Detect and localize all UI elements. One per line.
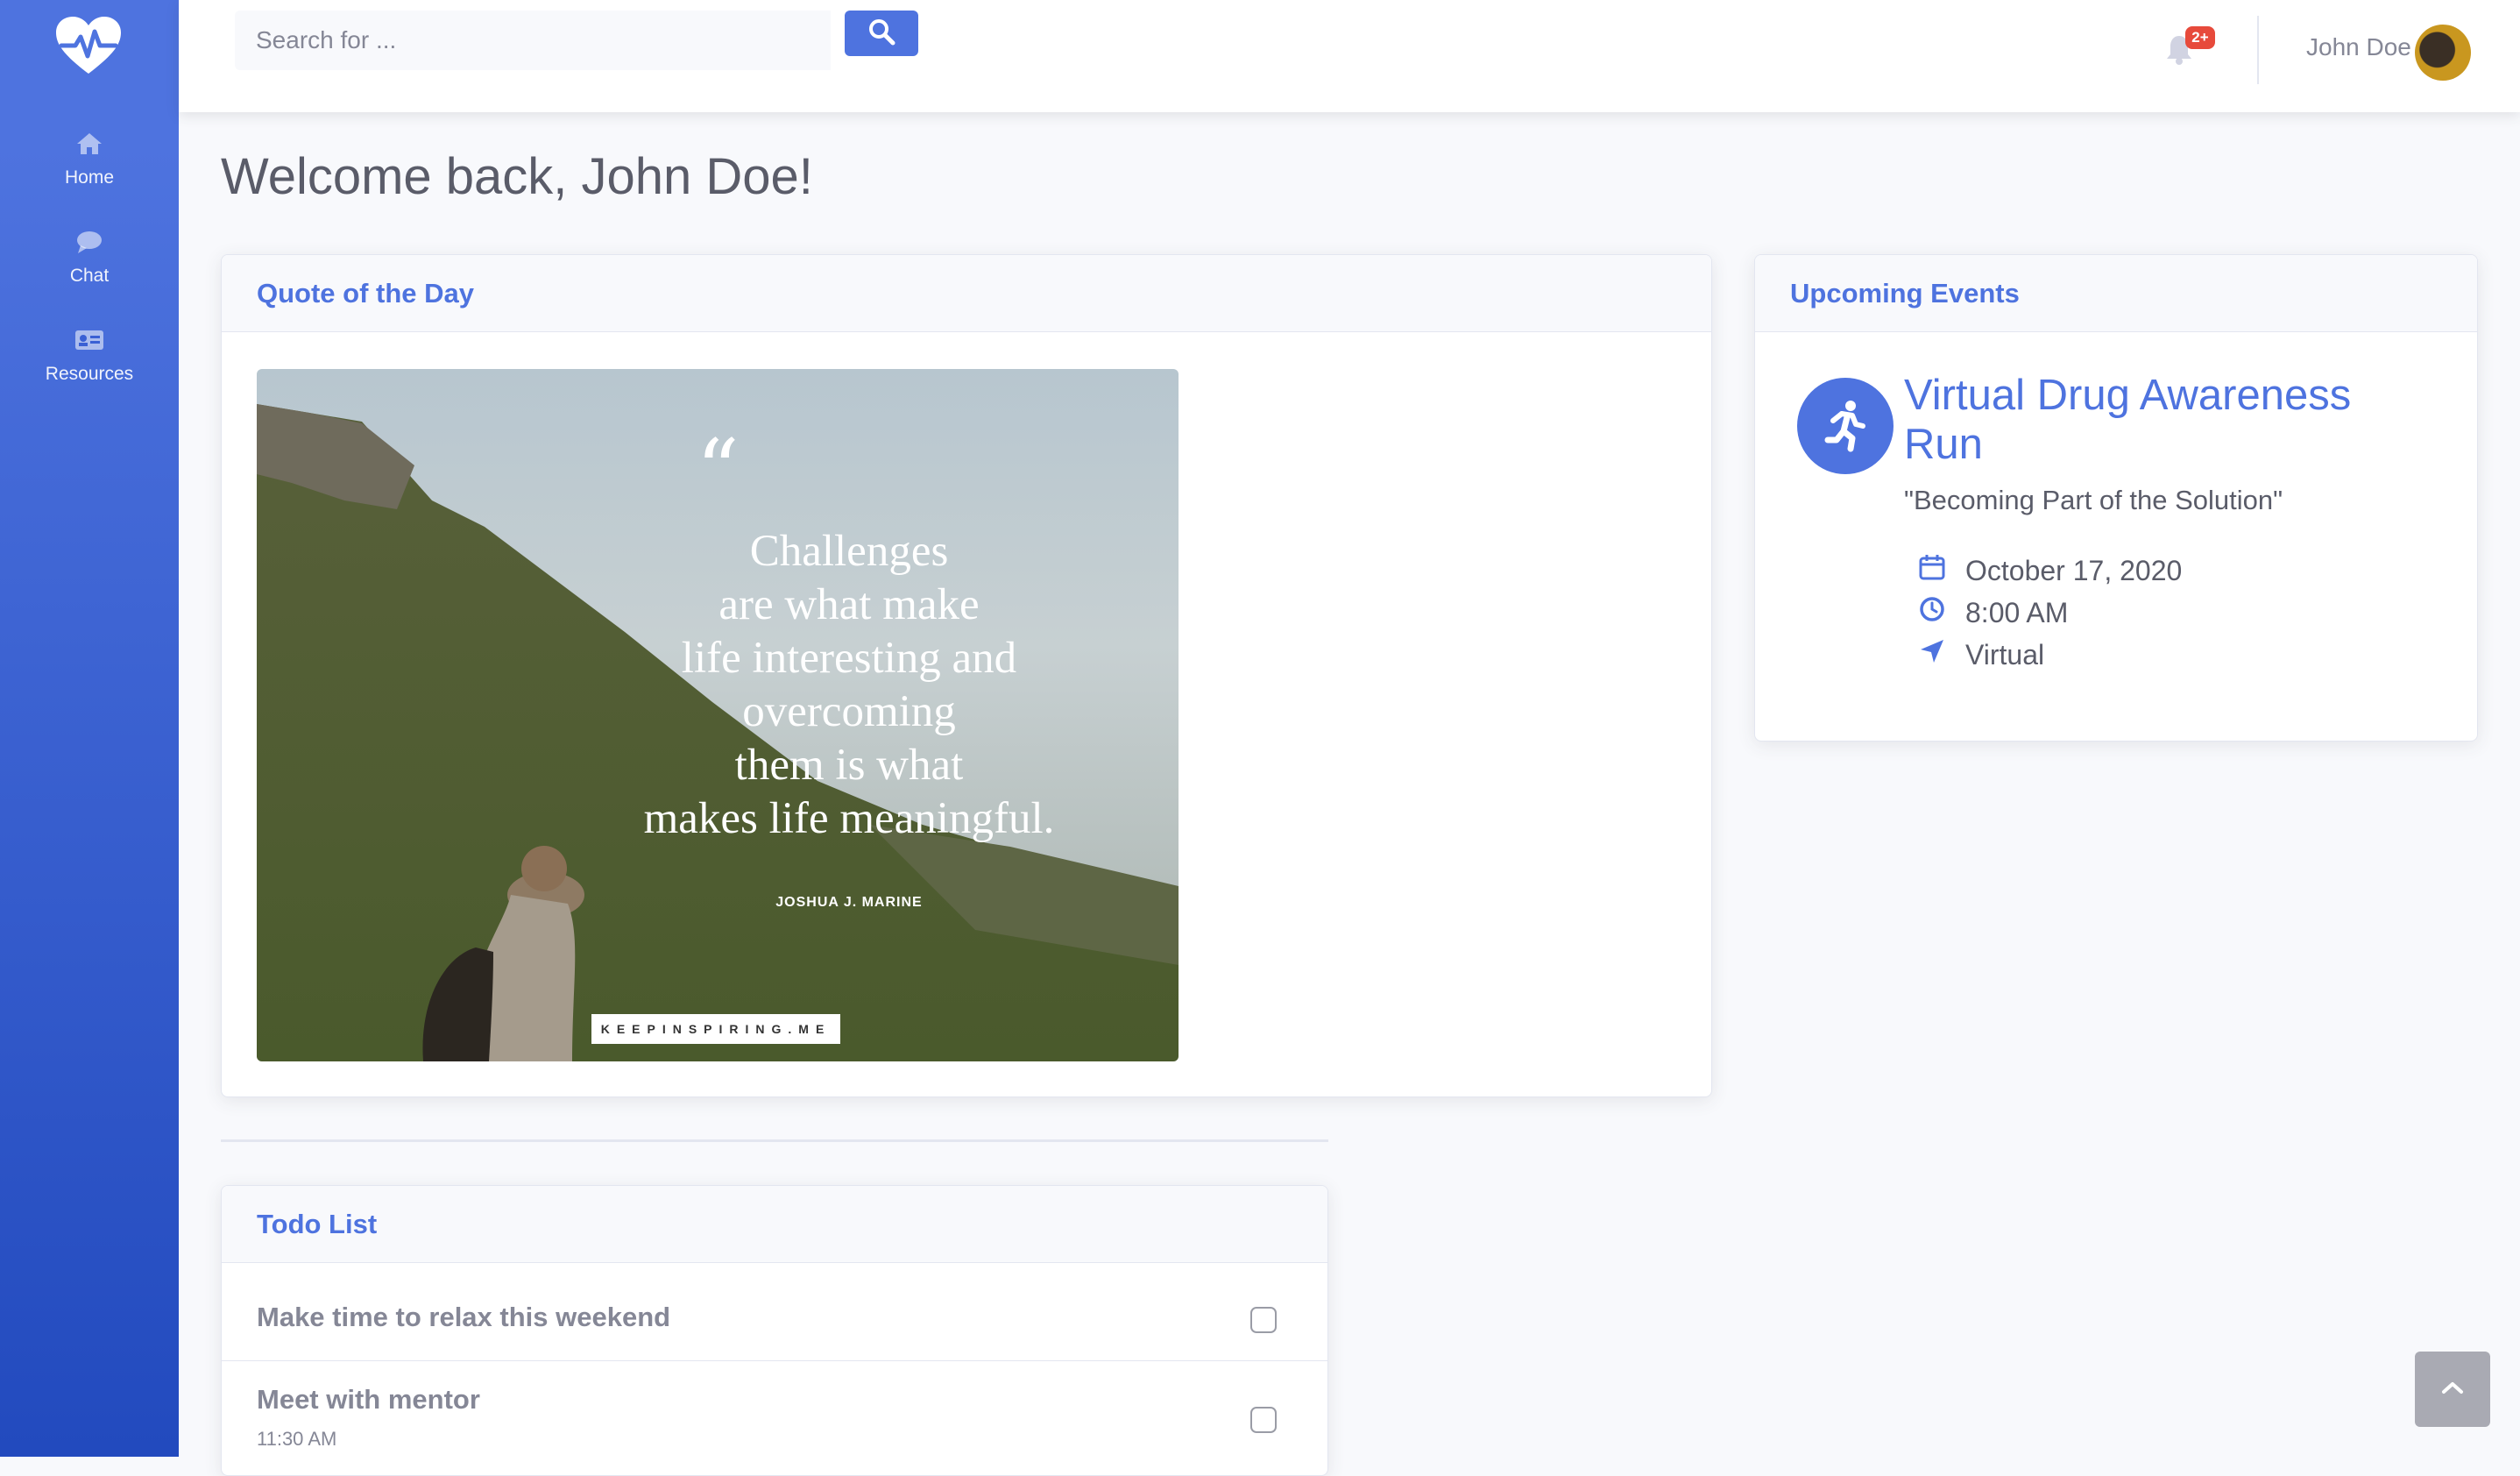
todo-card: Todo List Make time to relax this weeken… xyxy=(221,1185,1328,1476)
search-icon xyxy=(867,18,895,50)
quote-card-header: Quote of the Day xyxy=(222,255,1711,332)
topbar: 2+ John Doe xyxy=(179,0,2520,112)
quote-author: JOSHUA J. MARINE xyxy=(775,895,923,910)
sidebar-item-label: Resources xyxy=(45,364,134,384)
sidebar-item-label: Chat xyxy=(69,266,110,286)
topbar-divider xyxy=(2257,16,2259,84)
event-time: 8:00 AM xyxy=(1965,596,2069,628)
events-card-header: Upcoming Events xyxy=(1755,255,2477,332)
quote-mark: “ xyxy=(696,422,740,520)
sidebar-item-resources[interactable]: Resources xyxy=(0,328,179,385)
section-divider xyxy=(221,1139,1328,1142)
page-title: Welcome back, John Doe! xyxy=(221,148,813,205)
heartbeat-icon[interactable] xyxy=(54,16,123,77)
search-button[interactable] xyxy=(845,11,918,56)
location-arrow-icon xyxy=(1918,637,1965,672)
calendar-icon xyxy=(1918,553,1965,588)
sidebar: Home Chat Resources xyxy=(0,0,179,1457)
events-card: Upcoming Events Virtual Drug Awareness R… xyxy=(1754,254,2478,742)
scroll-to-top-button[interactable] xyxy=(2415,1352,2490,1427)
quote-source-label: KEEPINSPIRING.ME xyxy=(591,1014,840,1044)
todo-checkbox[interactable] xyxy=(1250,1407,1277,1433)
event-location: Virtual xyxy=(1965,638,2045,671)
event-date: October 17, 2020 xyxy=(1965,554,2183,586)
chevron-up-icon xyxy=(2440,1380,2465,1400)
chat-bubble-icon xyxy=(0,230,179,259)
todo-item: Meet with mentor 11:30 AM xyxy=(222,1361,1327,1475)
todo-card-header: Todo List xyxy=(222,1186,1327,1263)
user-name[interactable]: John Doe xyxy=(2306,33,2411,61)
quote-image: “ Challenges are what make life interest… xyxy=(257,369,1179,1061)
home-icon xyxy=(0,131,179,160)
clock-icon xyxy=(1918,595,1965,630)
avatar[interactable] xyxy=(2415,25,2471,81)
event-tagline: "Becoming Part of the Solution" xyxy=(1904,485,2283,515)
todo-time: 11:30 AM xyxy=(257,1428,337,1450)
event-title[interactable]: Virtual Drug Awareness Run xyxy=(1904,371,2430,469)
id-card-icon xyxy=(0,328,179,357)
quote-card: Quote of the Day “ Challenges are what m… xyxy=(221,254,1712,1097)
running-icon xyxy=(1797,378,1894,474)
sidebar-item-label: Home xyxy=(64,167,115,188)
notification-badge: 2+ xyxy=(2185,26,2215,49)
event-location-row: Virtual xyxy=(1918,637,2044,672)
todo-checkbox[interactable] xyxy=(1250,1307,1277,1333)
event-time-row: 8:00 AM xyxy=(1918,595,2068,630)
event-date-row: October 17, 2020 xyxy=(1918,553,2182,588)
sidebar-item-chat[interactable]: Chat xyxy=(0,230,179,287)
todo-item: Make time to relax this weekend xyxy=(222,1277,1327,1361)
todo-text: Make time to relax this weekend xyxy=(257,1302,671,1332)
quote-text: Challenges are what make life interestin… xyxy=(643,527,1055,843)
todo-text: Meet with mentor xyxy=(257,1384,480,1415)
search-input[interactable] xyxy=(235,11,831,70)
sidebar-item-home[interactable]: Home xyxy=(0,131,179,188)
